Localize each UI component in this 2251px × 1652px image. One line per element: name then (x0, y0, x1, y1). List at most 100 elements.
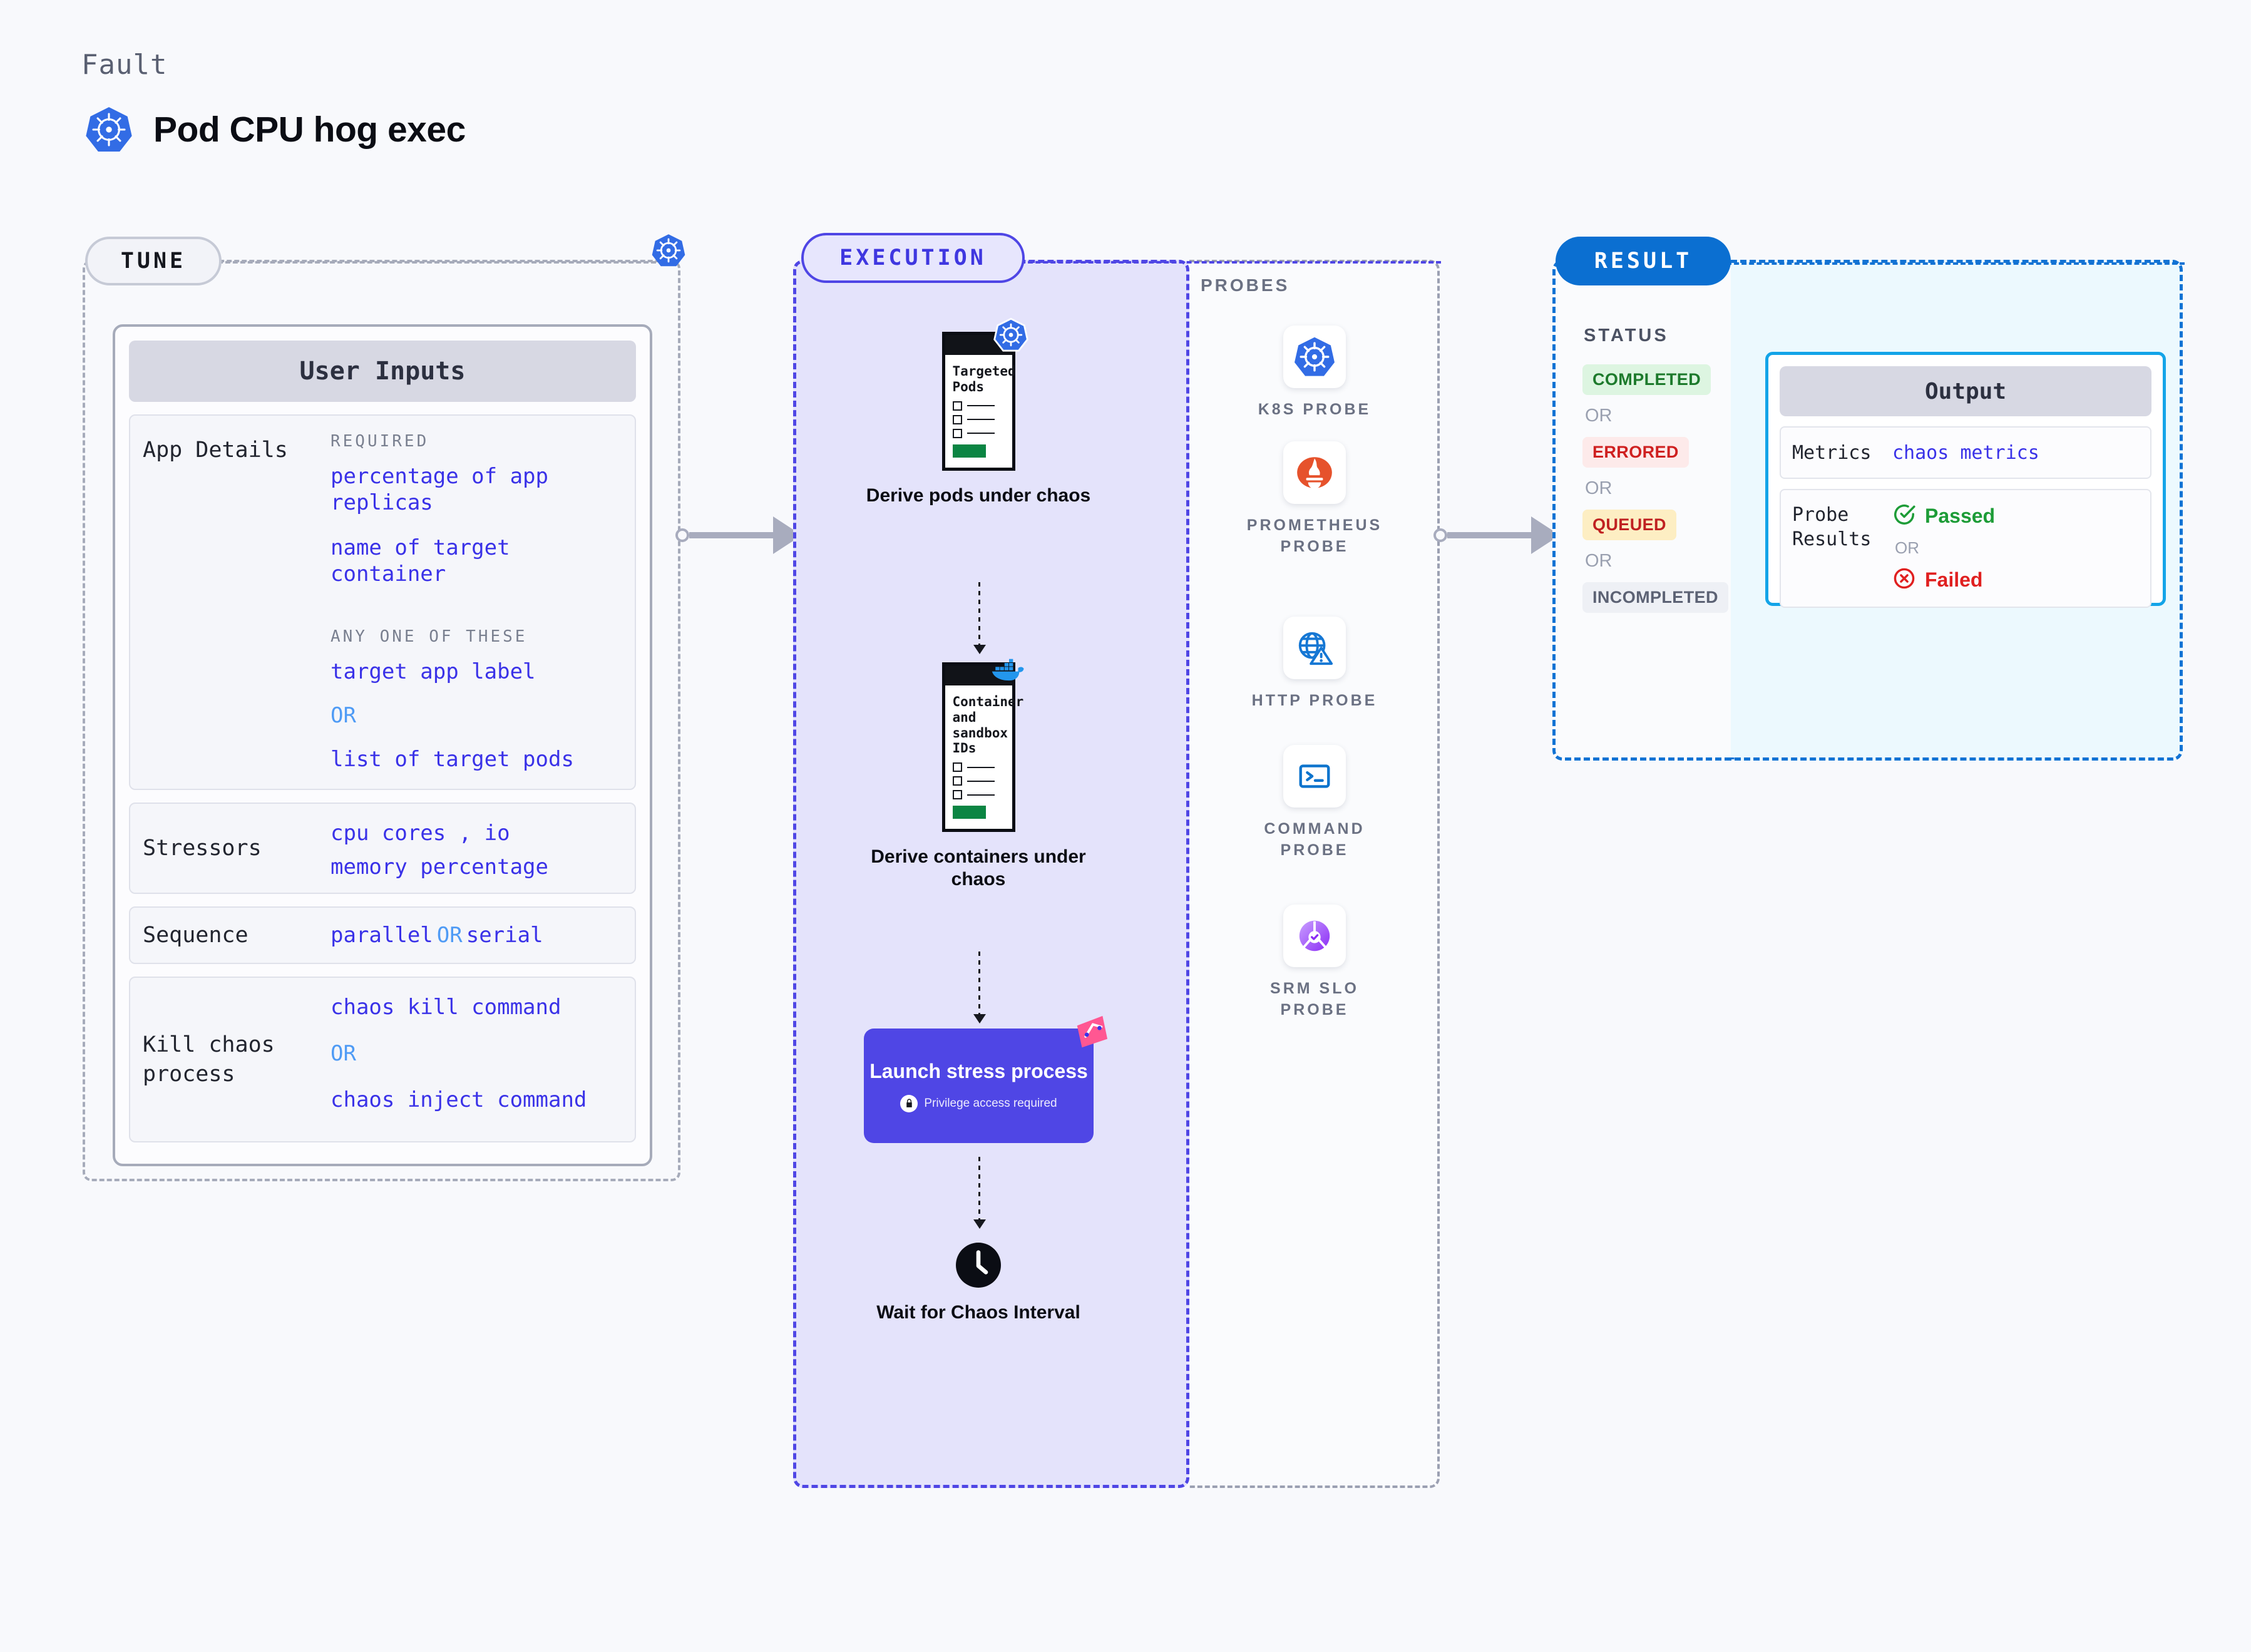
fault-title-row: Pod CPU hog exec (85, 105, 466, 154)
docker-icon (991, 655, 1026, 690)
launch-stress-process-node[interactable]: Launch stress process Privilege access r… (864, 1015, 1108, 1143)
tune-row-sequence: Sequence parallel OR serial (129, 906, 636, 964)
probe-http[interactable]: HTTP PROBE (1243, 617, 1387, 712)
or-separator: OR (1585, 406, 1613, 426)
group-heading-required: REQUIRED (331, 432, 429, 451)
flow-arrow-2 (973, 952, 986, 1024)
tune-row-stressors: Stressors cpu cores , io memory percenta… (129, 803, 636, 894)
page-title: Pod CPU hog exec (153, 110, 466, 150)
privilege-note: Privilege access required (924, 1096, 1057, 1110)
output-title: Output (1780, 366, 2151, 416)
targeted-pods-document: Targeted Pods (941, 317, 1028, 471)
or-separator: OR (331, 702, 356, 728)
status-list: COMPLETED OR ERRORED OR QUEUED OR INCOMP… (1582, 364, 1728, 613)
row-label: Sequence (143, 922, 249, 948)
globe-warning-icon (1283, 617, 1346, 679)
or-separator: OR (1895, 538, 1919, 557)
flow-node-wait-for-chaos-interval: Wait for Chaos Interval (859, 1243, 1097, 1324)
result-stage-label[interactable]: RESULT (1556, 237, 1731, 285)
output-card: Output Metrics chaos metrics Probe Resul… (1765, 352, 2166, 608)
or-separator: OR (436, 922, 463, 948)
metrics-value[interactable]: chaos metrics (1892, 442, 2039, 464)
kubernetes-icon (85, 105, 133, 154)
x-circle-icon (1892, 567, 1916, 593)
status-badge-errored: ERRORED (1582, 437, 1689, 468)
output-row-metrics: Metrics chaos metrics (1780, 426, 2151, 479)
output-row-probe-results: Probe Results Passed OR Failed (1780, 489, 2151, 608)
execution-stage-label[interactable]: EXECUTION (801, 233, 1025, 283)
connector-execution-to-result (1433, 516, 1565, 554)
lock-icon (900, 1094, 918, 1112)
row-label: Stressors (143, 835, 262, 861)
input-cpu-cores-io[interactable]: cpu cores , io (331, 820, 622, 846)
input-target-app-label[interactable]: target app label (331, 659, 622, 685)
probe-label: HTTP PROBE (1251, 692, 1378, 709)
clock-icon (956, 1243, 1001, 1288)
document-title: Targeted Pods (952, 364, 1016, 394)
node-caption: Derive containers under chaos (871, 846, 1086, 890)
flow-node-derive-pods: Targeted Pods Derive pods under chaos (859, 317, 1097, 507)
or-separator: OR (331, 1041, 356, 1067)
user-inputs-card: User Inputs App Details REQUIRED percent… (113, 324, 652, 1166)
kubernetes-icon (993, 317, 1028, 352)
row-label: App Details (143, 438, 288, 463)
passed-text: Passed (1925, 505, 1996, 527)
or-separator: OR (1585, 551, 1613, 571)
input-name-of-target-container[interactable]: name of target container (331, 535, 622, 587)
metrics-label: Metrics (1792, 441, 1872, 464)
check-circle-icon (1892, 503, 1916, 530)
probe-label: PROMETHEUS PROBE (1246, 516, 1383, 555)
fault-eyebrow-label: Fault (81, 49, 168, 81)
node-caption: Derive pods under chaos (866, 485, 1091, 506)
tune-top-dashed-line (218, 261, 656, 264)
status-badge-queued: QUEUED (1582, 510, 1676, 540)
stress-node-title: Launch stress process (869, 1060, 1088, 1083)
harness-icon (1071, 1015, 1110, 1051)
node-caption: Wait for Chaos Interval (876, 1302, 1080, 1323)
probe-command[interactable]: COMMAND PROBE (1243, 745, 1387, 861)
connector-tune-to-execution (675, 516, 807, 554)
kubernetes-icon (651, 233, 686, 268)
srm-slo-icon (1283, 905, 1346, 967)
input-percentage-of-app-replicas[interactable]: percentage of app replicas (331, 463, 622, 516)
flow-arrow-3 (973, 1157, 986, 1229)
input-sequence-parallel[interactable]: parallel (331, 922, 433, 948)
or-separator: OR (1585, 478, 1613, 498)
probe-label: COMMAND PROBE (1264, 820, 1365, 859)
input-sequence-serial[interactable]: serial (466, 922, 543, 948)
kubernetes-icon (1283, 326, 1346, 388)
connector-dot (675, 528, 689, 542)
terminal-icon (1283, 745, 1346, 808)
failed-text: Failed (1925, 568, 1983, 591)
user-inputs-title: User Inputs (129, 341, 636, 402)
tune-row-app-details: App Details REQUIRED percentage of app r… (129, 414, 636, 790)
probe-srm-slo[interactable]: SRM SLO PROBE (1243, 905, 1387, 1020)
input-memory-percentage[interactable]: memory percentage (331, 854, 622, 880)
status-badge-incompleted: INCOMPLETED (1582, 582, 1728, 613)
input-chaos-kill-command[interactable]: chaos kill command (331, 994, 622, 1020)
probe-results-label: Probe Results (1792, 504, 1872, 550)
probe-prometheus[interactable]: PROMETHEUS PROBE (1243, 441, 1387, 557)
probes-title: PROBES (1201, 275, 1290, 295)
container-sandbox-document: Container and sandbox IDs (941, 659, 1024, 833)
flow-node-derive-containers: Container and sandbox IDs Derive contain… (859, 659, 1097, 891)
connector-dot (1433, 528, 1447, 542)
status-badge-completed: COMPLETED (1582, 364, 1711, 395)
tune-row-kill-chaos-process: Kill chaos process chaos kill command OR… (129, 977, 636, 1142)
result-top-dashed-line (1726, 262, 2185, 265)
probe-result-failed: Failed (1892, 567, 2139, 593)
probe-k8s[interactable]: K8S PROBE (1243, 326, 1387, 421)
document-title: Container and sandbox IDs (952, 694, 1024, 756)
tune-stage-label[interactable]: TUNE (85, 237, 222, 285)
status-title: STATUS (1584, 326, 1669, 346)
input-chaos-inject-command[interactable]: chaos inject command (331, 1087, 622, 1113)
flow-arrow-1 (973, 582, 986, 654)
probe-label: SRM SLO PROBE (1270, 980, 1359, 1018)
prometheus-icon (1283, 441, 1346, 504)
probe-label: K8S PROBE (1258, 401, 1372, 418)
execution-top-dashed-line (1020, 261, 1441, 264)
probe-result-passed: Passed (1892, 503, 2139, 530)
input-list-of-target-pods[interactable]: list of target pods (331, 746, 622, 772)
group-heading-any-one: ANY ONE OF THESE (331, 627, 528, 646)
row-label: Kill chaos process (143, 1032, 275, 1087)
